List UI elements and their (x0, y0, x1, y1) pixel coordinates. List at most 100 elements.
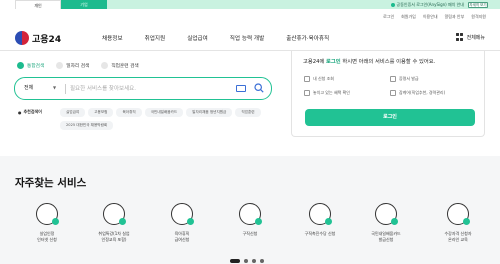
grid-menu-icon (455, 33, 464, 41)
login-msg-post: 하시면 아래의 서비스를 이용할 수 있어요. (340, 59, 436, 65)
pager-dot-active[interactable] (230, 259, 240, 263)
list-icon (304, 76, 310, 82)
person-icon (239, 203, 262, 225)
search-icon[interactable] (254, 83, 264, 93)
jobcare-icon (390, 90, 396, 96)
keyword-chip[interactable]: 실업급여 (60, 108, 86, 117)
quick-link-label: 잡케어(직업추천, 경력관리) (399, 90, 446, 95)
service-label: 구직촉진수당 신청 (304, 231, 336, 236)
recommend-keywords: 실업급여 고용보험 육아휴직 국민내일배움카드 일자리채움 청년지원금 직업훈련… (60, 108, 280, 130)
brand-name: 고용24 (32, 34, 62, 45)
radio-unchecked-icon (56, 62, 64, 69)
guide-link[interactable]: 이용안내 (423, 14, 438, 20)
nav-item-unemployment-benefit[interactable]: 실업급여 (187, 34, 208, 42)
nav-item-jobs[interactable]: 채용정보 (102, 34, 123, 42)
login-quick-links: 내 신청 조회 증명서 발급 놓치고 있는 혜택 확인 잡케어(직업추천, 경력… (304, 76, 476, 96)
chevron-down-icon: ▼ (53, 85, 57, 90)
login-msg-link[interactable]: 로그인 (326, 59, 341, 65)
quick-link-jobcare[interactable]: 잡케어(직업추천, 경력관리) (390, 90, 476, 96)
radio-training-search[interactable]: 직업훈련 검색 (101, 62, 139, 69)
radio-checked-icon (17, 62, 24, 69)
keyword-chip[interactable]: 고용보험 (88, 108, 114, 117)
service-label: 취업특강(1차 실업 인정교육 포함) (98, 231, 130, 242)
keyword-chip[interactable]: 육아휴직 (116, 108, 142, 117)
benefit-icon (304, 90, 310, 96)
notice-icon (390, 2, 395, 7)
card-icon (375, 203, 398, 225)
login-message: 고용24에 로그인 하시면 아래의 서비스를 이용할 수 있어요. (303, 57, 435, 65)
login-msg-pre: 고용24에 (303, 59, 327, 65)
service-label: 실업인정 인터넷 신청 (37, 231, 57, 242)
service-label: 국민내일배움카드 발급신청 (371, 231, 401, 242)
quick-link-label: 내 신청 조회 (313, 76, 334, 81)
recommend-icon: ● (18, 109, 22, 115)
recommend-label: ● 추천검색어 (18, 109, 42, 115)
divider (65, 84, 66, 94)
services-title: 자주찾는 서비스 (15, 177, 87, 189)
nav-item-vocational-training[interactable]: 직업 능력 개발 (230, 34, 264, 42)
util-links: 로그인 회원가입 이용안내 알림과 안부 원격지원 (383, 14, 486, 20)
radio-label: 통합검색 (27, 63, 45, 69)
recommend-text: 추천검색어 (23, 109, 42, 114)
login-link[interactable]: 로그인 (383, 14, 394, 20)
notice: 공동인증서 로그인(AnySign) 패치 안내 (390, 0, 464, 9)
quick-link-my-applications[interactable]: 내 신청 조회 (304, 76, 390, 82)
service-label: 수강자격 신청자 온라인 교육 (444, 231, 472, 242)
radio-job-search[interactable]: 일자리 검색 (56, 62, 89, 69)
keyword-chip[interactable]: 국민내일배움카드 (144, 108, 184, 117)
notice-text: 공동인증서 로그인(AnySign) 패치 안내 (396, 2, 464, 7)
search-type-radios: 통합검색 일자리 검색 직업훈련 검색 (17, 62, 139, 69)
nav-item-employment-support[interactable]: 취업지원 (145, 34, 166, 42)
service-unemployment-recognition[interactable]: 실업인정 인터넷 신청 (17, 203, 77, 242)
service-label: 육아휴직 급여신청 (174, 231, 190, 242)
presentation-icon (103, 203, 126, 225)
keyword-chip[interactable]: 일자리채움 청년지원금 (186, 108, 233, 117)
service-job-lecture[interactable]: 취업특강(1차 실업 인정교육 포함) (84, 203, 144, 242)
notice-more-button[interactable]: 자세히 보기 (468, 1, 488, 8)
service-parental-leave-benefit[interactable]: 육아휴직 급여신청 (152, 203, 212, 242)
radio-unchecked-icon (101, 62, 109, 69)
document-icon (36, 203, 59, 225)
carousel-pager (230, 259, 264, 263)
tab-company[interactable]: 기업 (61, 0, 107, 9)
alert-link[interactable]: 알림과 안부 (445, 14, 465, 20)
nav-menu: 채용정보 취업지원 실업급여 직업 능력 개발 출산휴가·육아휴직 (102, 34, 351, 42)
service-label: 구직신청 (242, 231, 258, 236)
main-nav: 고용24 채용정보 취업지원 실업급여 직업 능력 개발 출산휴가·육아휴직 전… (0, 25, 500, 51)
keyword-chip[interactable]: 2025 대한민국 채용박람회 (60, 121, 114, 130)
logo[interactable]: 고용24 (15, 31, 61, 45)
nav-item-parental-leave[interactable]: 출산휴가·육아휴직 (286, 34, 329, 42)
search-box: 전체 ▼ 필요한 서비스를 찾아보세요. (14, 77, 272, 100)
certificate-icon (390, 76, 396, 82)
pager-dot[interactable] (244, 259, 248, 263)
quick-link-certificate[interactable]: 증명서 발급 (390, 76, 476, 82)
pager-dot[interactable] (260, 259, 264, 263)
monitor-icon (447, 203, 470, 225)
quick-link-label: 증명서 발급 (399, 76, 419, 81)
taegeuk-logo-icon (15, 31, 29, 45)
search-scope-select[interactable]: 전체 (24, 84, 33, 91)
service-online-education[interactable]: 수강자격 신청자 온라인 교육 (428, 203, 488, 242)
all-menu-label: 전체메뉴 (466, 34, 485, 41)
quick-link-label: 놓치고 있는 혜택 확인 (313, 90, 350, 95)
login-button[interactable]: 로그인 (305, 109, 475, 126)
service-learning-card[interactable]: 국민내일배움카드 발급신청 (356, 203, 416, 242)
service-job-promotion-allowance[interactable]: 구직촉진수당 신청 (290, 203, 350, 237)
service-job-application[interactable]: 구직신청 (220, 203, 280, 237)
keyboard-icon[interactable] (236, 85, 246, 92)
radio-integrated-search[interactable]: 통합검색 (17, 62, 44, 69)
pager-dot[interactable] (252, 259, 256, 263)
radio-label: 직업훈련 검색 (111, 63, 139, 69)
top-bar: 개인 기업 공동인증서 로그인(AnySign) 패치 안내 자세히 보기 (0, 0, 500, 9)
search-input[interactable]: 필요한 서비스를 찾아보세요. (70, 84, 136, 92)
remote-support-link[interactable]: 원격지원 (471, 14, 486, 20)
keyword-chip[interactable]: 직업훈련 (235, 108, 261, 117)
login-panel: 고용24에 로그인 하시면 아래의 서비스를 이용할 수 있어요. 내 신청 조… (291, 51, 485, 137)
bottle-icon (171, 203, 194, 225)
quick-link-benefits[interactable]: 놓치고 있는 혜택 확인 (304, 90, 390, 96)
tab-personal[interactable]: 개인 (15, 0, 61, 9)
coin-icon (309, 203, 332, 225)
radio-label: 일자리 검색 (66, 63, 90, 69)
all-menu-button[interactable]: 전체메뉴 (455, 33, 485, 41)
signup-link[interactable]: 회원가입 (401, 14, 416, 20)
